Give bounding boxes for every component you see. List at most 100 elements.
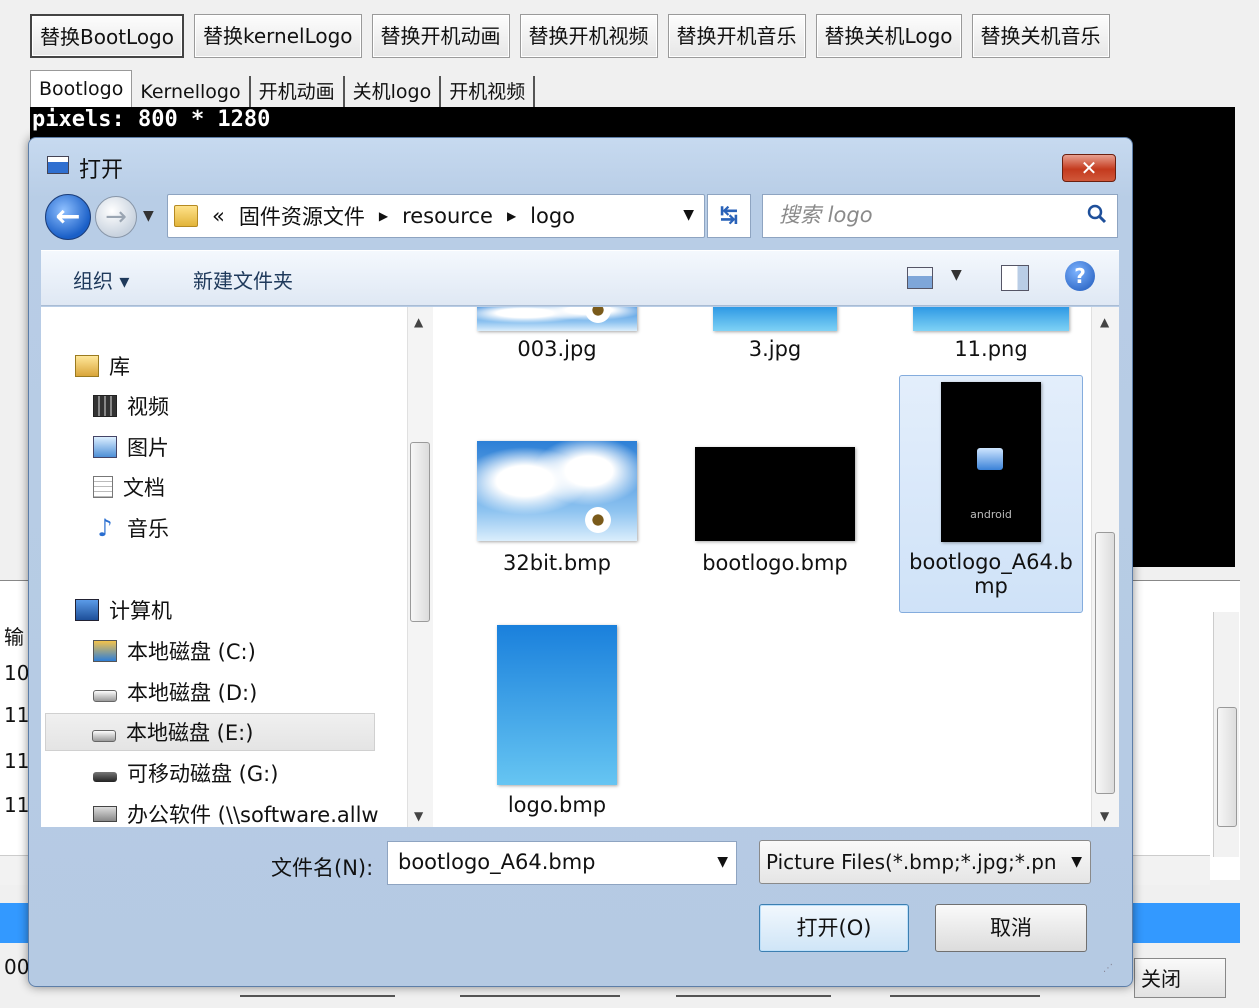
close-button[interactable]: ✕ [1062,154,1116,182]
pictures-icon [93,436,117,458]
breadcrumb-chevron-icon[interactable]: ▶ [507,209,516,223]
file-thumbnail [913,307,1069,331]
divider [240,995,395,997]
system-drive-icon [93,640,117,662]
app-logo-icon [977,448,1003,470]
file-thumbnail [713,307,837,331]
scroll-down-arrow-icon[interactable]: ▼ [414,809,423,823]
command-bar: 组织 ▾ 新建文件夹 ▼ ? [41,250,1119,306]
daisy-image [583,307,613,325]
log-line: 11 [4,703,30,727]
file-item[interactable]: 003.jpg [465,307,649,361]
organize-button[interactable]: 组织 ▾ [73,265,129,294]
tab-kernellogo[interactable]: Kernellogo [132,76,251,108]
cancel-button[interactable]: 取消 [935,904,1087,952]
replace-shutdown-logo-button[interactable]: 替换关机Logo [815,14,962,58]
search-box[interactable] [762,194,1118,238]
search-input[interactable] [777,195,1077,235]
address-bar[interactable]: « 固件资源文件 ▶ resource ▶ logo ▼ [167,194,705,238]
file-item[interactable]: 3.jpg [683,307,867,361]
search-icon[interactable] [1087,204,1107,224]
file-list-scrollbar[interactable]: ▲ ▼ [1091,307,1119,827]
new-folder-button[interactable]: 新建文件夹 [193,265,293,294]
hard-drive-icon [92,730,116,742]
refresh-icon[interactable]: ↹ [707,194,751,238]
nav-computer[interactable]: 计算机 [75,591,172,629]
file-list: 003.jpg 3.jpg 11.png 32bit.bmp bootlogo.… [433,307,1091,827]
resize-grip-icon[interactable]: ⋰ [1103,963,1113,974]
file-item[interactable]: 32bit.bmp [465,441,649,575]
replace-bootlogo-button[interactable]: 替换BootLogo [30,14,184,58]
scroll-thumb[interactable] [1095,532,1115,794]
address-dropdown-icon[interactable]: ▼ [683,207,694,223]
navigation-scrollbar[interactable]: ▲ ▼ [407,307,433,827]
tab-shutdown-logo[interactable]: 关机logo [345,76,442,108]
address-overflow[interactable]: « [212,204,225,228]
forward-arrow-icon[interactable]: → [95,196,137,238]
divider [460,995,620,997]
scroll-down-arrow-icon[interactable]: ▼ [1100,809,1109,823]
filename-label: 文件名(N): [271,856,374,880]
tab-boot-animation[interactable]: 开机动画 [251,76,345,108]
replace-shutdown-music-button[interactable]: 替换关机音乐 [971,14,1110,58]
file-item[interactable]: bootlogo.bmp [683,441,867,575]
app-close-button[interactable]: 关闭 [1134,958,1226,998]
music-note-icon: ♪ [97,514,113,542]
filename-combobox[interactable]: ▼ [387,841,737,885]
log-line: 输 [4,625,24,649]
removable-drive-icon [93,772,117,782]
nav-drive-e[interactable]: 本地磁盘 (E:) [45,713,375,751]
nav-drive-c[interactable]: 本地磁盘 (C:) [93,632,256,670]
file-thumbnail [695,447,855,541]
dialog-footer: 文件名(N): ▼ Picture Files(*.bmp;*.jpg;*.pn… [41,828,1119,978]
file-type-select[interactable]: Picture Files(*.bmp;*.jpg;*.pn ▼ [759,840,1091,884]
nav-network-drive[interactable]: 办公软件 (\\software.allw [93,795,379,827]
open-button[interactable]: 打开(O) [759,904,909,952]
back-arrow-icon[interactable]: ← [45,194,91,240]
nav-drive-d[interactable]: 本地磁盘 (D:) [93,673,257,711]
filename-input[interactable] [396,842,696,882]
log-line: 11 [4,793,30,817]
file-item[interactable]: 11.png [899,307,1083,361]
app-toolbar: 替换BootLogo 替换kernelLogo 替换开机动画 替换开机视频 替换… [30,14,1110,60]
replace-boot-animation-button[interactable]: 替换开机动画 [371,14,510,58]
tab-boot-video[interactable]: 开机视频 [441,76,536,108]
android-text: android [970,508,1012,521]
replace-boot-video-button[interactable]: 替换开机视频 [519,14,658,58]
change-view-icon[interactable] [907,267,933,289]
nav-pictures[interactable]: 图片 [93,428,169,466]
filename-dropdown-icon[interactable]: ▼ [717,854,728,870]
video-icon [93,395,117,417]
file-type-dropdown-icon[interactable]: ▼ [1071,841,1082,883]
scroll-up-arrow-icon[interactable]: ▲ [1100,315,1109,329]
daisy-image [583,505,613,535]
file-thumbnail [497,625,617,785]
navigation-pane: 库 视频 图片 文档 ♪ 音乐 计算机 本地磁盘 (C:) 本地磁盘 (D:) 本… [41,307,407,827]
breadcrumb-firmware-resources[interactable]: 固件资源文件 [239,201,365,231]
nav-libraries[interactable]: 库 [75,347,130,385]
log-line: 10 [4,661,30,685]
help-icon[interactable]: ? [1065,261,1095,291]
tab-bootlogo[interactable]: Bootlogo [30,70,133,108]
preview-pane-icon[interactable] [1001,265,1029,291]
file-item[interactable]: logo.bmp [465,625,649,817]
view-options-dropdown-icon[interactable]: ▼ [951,267,962,283]
nav-drive-g[interactable]: 可移动磁盘 (G:) [93,754,278,792]
nav-videos[interactable]: 视频 [93,387,169,425]
log-line: 11 [4,749,30,773]
breadcrumb-logo[interactable]: logo [530,204,575,228]
libraries-icon [75,355,99,377]
nav-music[interactable]: ♪ 音乐 [93,509,169,547]
breadcrumb-chevron-icon[interactable]: ▶ [379,209,388,223]
scroll-thumb[interactable] [410,442,430,622]
divider [890,995,1040,997]
replace-kernellogo-button[interactable]: 替换kernelLogo [194,14,362,58]
scroll-up-arrow-icon[interactable]: ▲ [414,315,423,329]
recent-locations-dropdown-icon[interactable]: ▼ [143,208,154,224]
replace-boot-music-button[interactable]: 替换开机音乐 [667,14,806,58]
nav-documents[interactable]: 文档 [93,468,165,506]
log-scrollbar[interactable] [1213,612,1239,857]
breadcrumb-resource[interactable]: resource [402,204,493,228]
scroll-thumb[interactable] [1217,707,1237,827]
file-item-selected[interactable]: android bootlogo_A64.b mp [899,375,1083,613]
